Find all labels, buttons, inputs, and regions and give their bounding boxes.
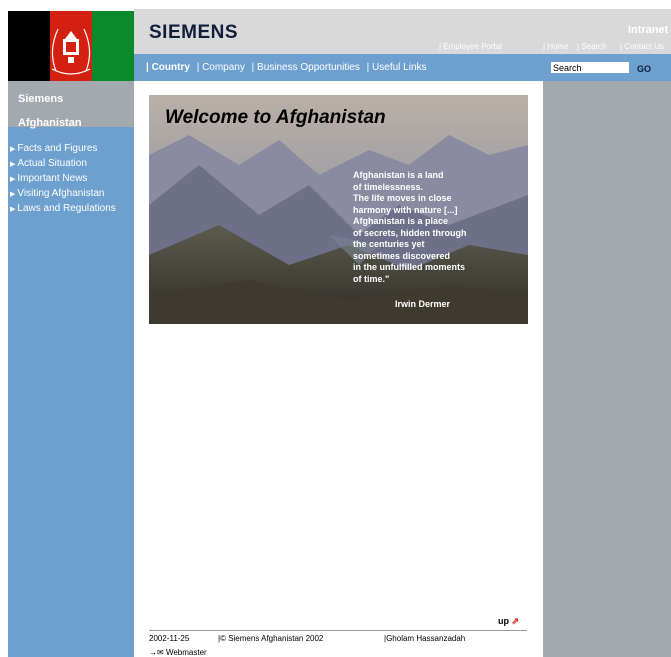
employee-portal-link[interactable]: | Employee Portal — [439, 42, 502, 51]
sidebar-title: Siemens Afghanistan — [8, 81, 134, 129]
search-input[interactable] — [551, 62, 629, 73]
arrow-right-icon: ▶ — [10, 206, 16, 213]
sidebar-item-laws[interactable]: ▶ Laws and Regulations — [10, 202, 116, 217]
emblem-icon — [51, 28, 91, 75]
hero-title: Welcome to Afghanistan — [165, 107, 386, 128]
footer-copyright: |© Siemens Afghanistan 2002 — [218, 634, 324, 643]
footer-date: 2002-11-25 — [149, 634, 190, 643]
footer-author[interactable]: |Gholam Hassanzadah — [384, 634, 465, 643]
sidebar-nav: ▶ Facts and Figures ▶ Actual Situation ▶ Im… — [10, 142, 116, 217]
footer-divider — [149, 630, 527, 631]
intranet-label: Intranet — [628, 24, 669, 36]
arrow-right-icon: ▶ — [10, 176, 16, 183]
arrow-mail-icon: →✉ — [149, 648, 164, 657]
webmaster-link[interactable]: →✉ Webmaster — [149, 648, 207, 657]
contact-link[interactable]: | Contact Us — [620, 42, 664, 51]
siemens-logo[interactable]: SIEMENS — [149, 22, 238, 44]
nav-links[interactable]: | Useful Links — [367, 62, 427, 73]
arrow-right-icon: ▶ — [10, 191, 16, 198]
afghanistan-flag — [8, 11, 134, 81]
nav-business[interactable]: | Business Opportunities — [252, 62, 360, 73]
right-column — [543, 54, 671, 657]
arrow-right-icon: ▶ — [10, 161, 16, 168]
nav-country[interactable]: | Country — [146, 62, 190, 73]
hero-author: Irwin Dermer — [395, 299, 451, 309]
hero-image: Welcome to Afghanistan Afghanistan is a … — [149, 95, 528, 324]
main-nav: | Country | Company | Business Opportuni… — [134, 54, 543, 81]
sidebar-item-news[interactable]: ▶ Important News — [10, 172, 116, 187]
hero-quote: Afghanistan is a land of timelessness. T… — [353, 170, 467, 284]
sidebar-item-situation[interactable]: ▶ Actual Situation — [10, 157, 116, 172]
top-strip — [0, 0, 671, 9]
sidebar-item-visiting[interactable]: ▶ Visiting Afghanistan — [10, 187, 116, 202]
nav-company[interactable]: | Company — [197, 62, 245, 73]
arrow-up-icon: ⇗ — [511, 616, 520, 626]
arrow-right-icon: ▶ — [10, 146, 16, 153]
up-link[interactable]: up ⇗ — [498, 616, 519, 627]
go-button[interactable]: GO — [637, 64, 651, 74]
home-link[interactable]: | Home — [543, 42, 569, 51]
sidebar-item-facts[interactable]: ▶ Facts and Figures — [10, 142, 116, 157]
search-link[interactable]: | Search — [577, 42, 607, 51]
